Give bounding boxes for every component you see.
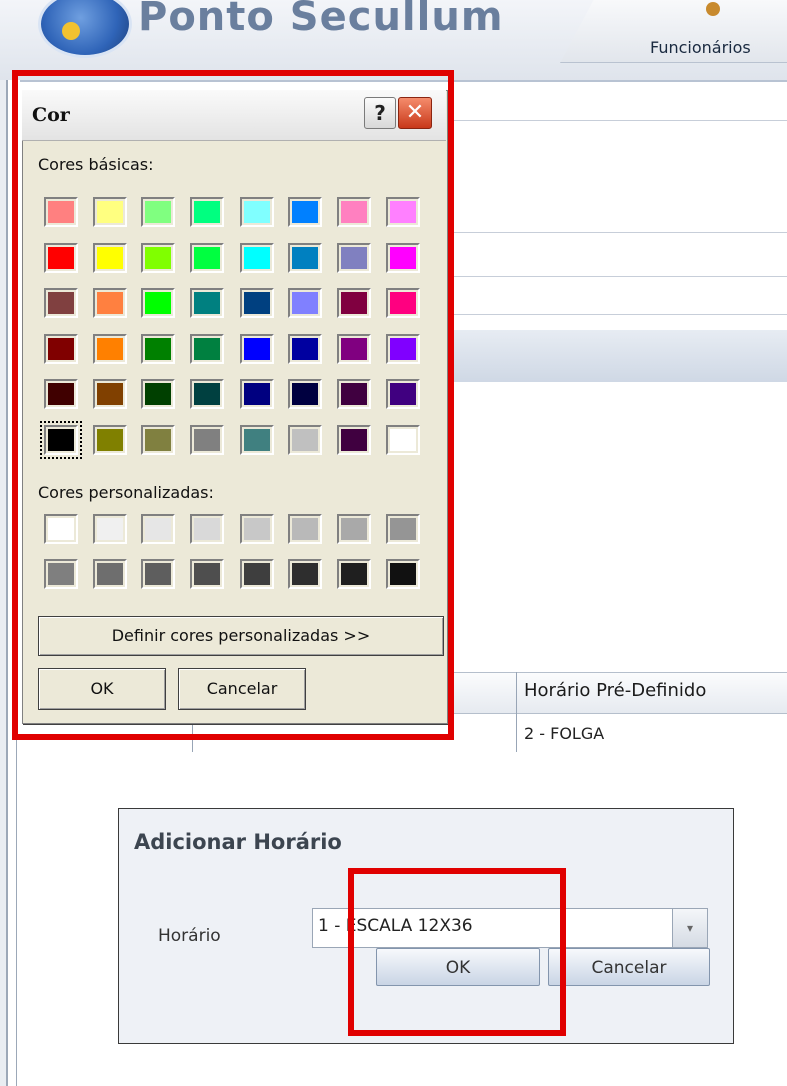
- schedule-field-label: Horário: [158, 926, 221, 946]
- add-cancel-button[interactable]: Cancelar: [548, 948, 710, 986]
- app-title: Ponto Secullum: [138, 0, 504, 40]
- divider: [450, 276, 787, 277]
- highlight-frame: [12, 70, 454, 740]
- grid-column-divider: [516, 672, 517, 752]
- divider: [450, 120, 787, 121]
- tab-funcionarios-label: Funcionários: [650, 38, 751, 57]
- section-header-bar: [450, 330, 787, 382]
- logo-dot-icon: [62, 22, 80, 40]
- divider: [450, 232, 787, 233]
- highlight-frame: [348, 868, 566, 1036]
- grid-cell-horario[interactable]: 2 - FOLGA: [524, 724, 604, 743]
- divider: [450, 314, 787, 315]
- grid-header-horario[interactable]: Horário Pré-Definido: [524, 680, 706, 701]
- add-schedule-title: Adicionar Horário: [134, 830, 342, 854]
- chevron-down-icon[interactable]: ▾: [672, 909, 707, 947]
- user-icon: [706, 2, 720, 16]
